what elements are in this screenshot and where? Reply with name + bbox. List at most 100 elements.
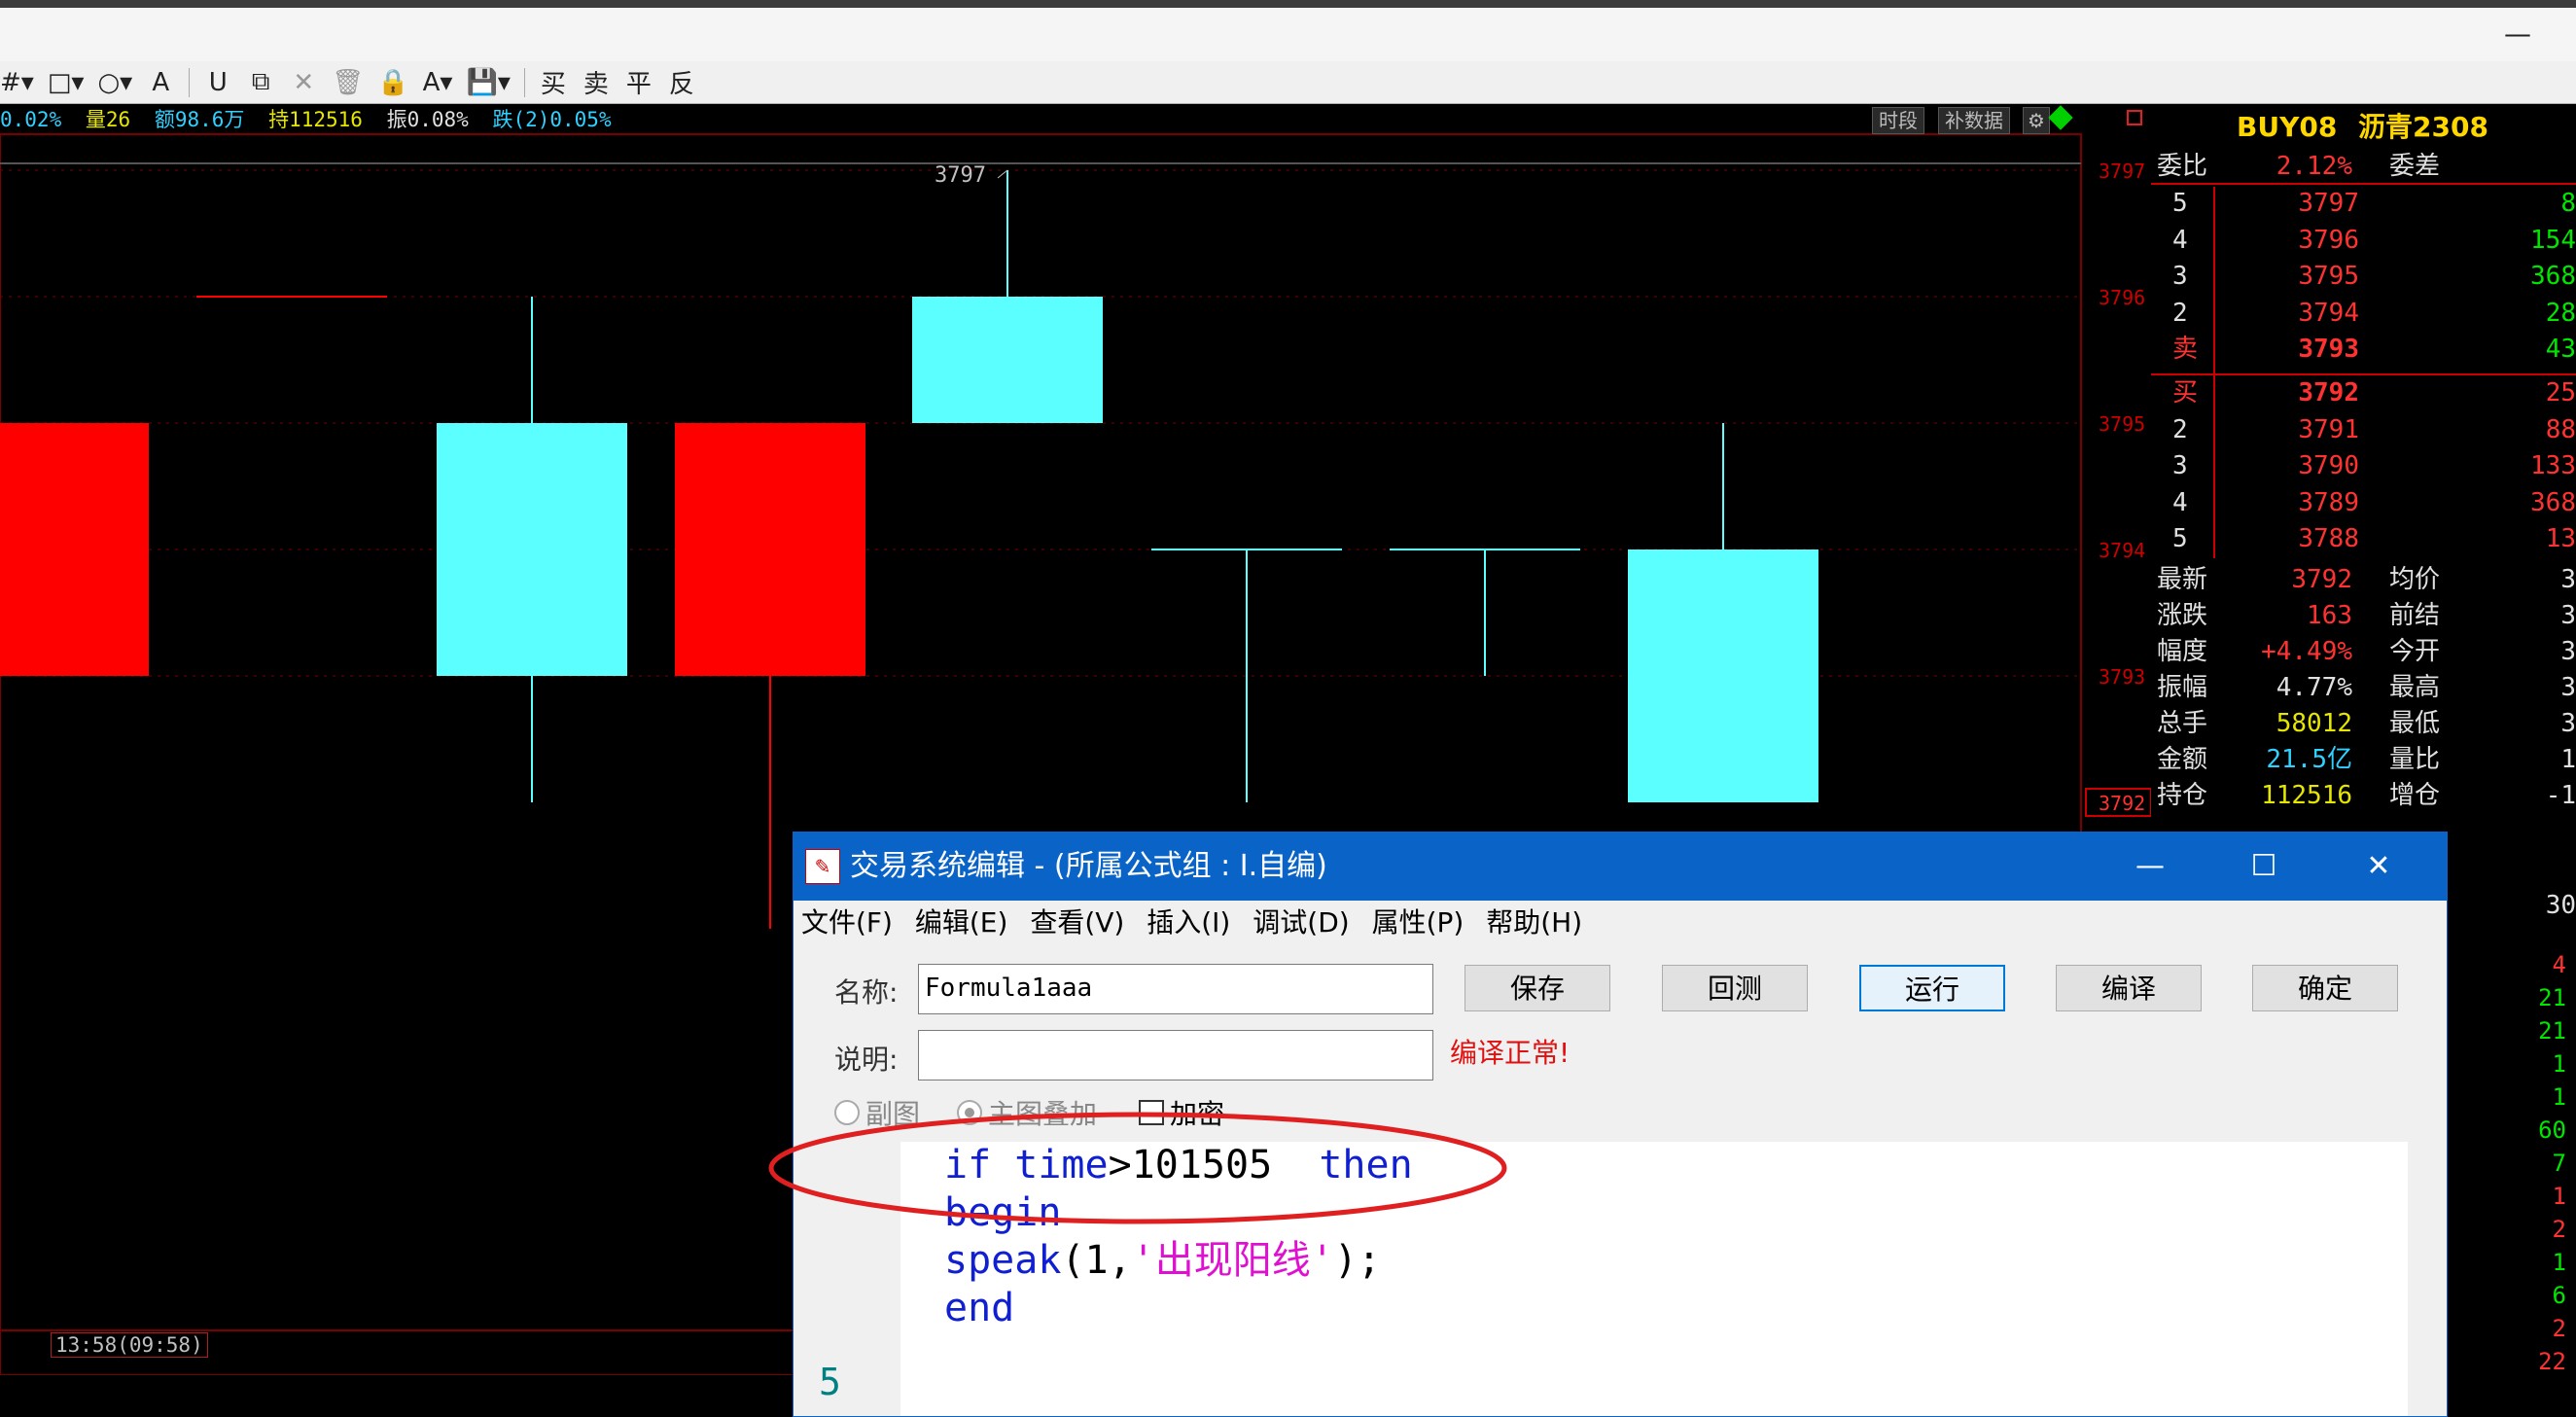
menu-insert[interactable]: 插入(I) [1147, 906, 1230, 939]
delete-x-icon[interactable]: ✕ [289, 65, 318, 100]
bid-price: 3791 [2298, 414, 2359, 444]
period-button[interactable]: 时段 [1872, 107, 1924, 134]
checkbox-box[interactable] [1139, 1100, 1164, 1125]
panel-toggle-icon[interactable] [2127, 110, 2142, 125]
ask-volume: 8 [2560, 189, 2576, 218]
name-label: 名称: [834, 976, 899, 1009]
dialog-maximize-button[interactable]: ☐ [2235, 832, 2293, 901]
backtest-button[interactable]: 回测 [1662, 965, 1808, 1011]
radio-circle[interactable] [834, 1100, 860, 1125]
copy-icon[interactable]: ⧉ [246, 65, 275, 100]
chart-info-bar: 0.02% 量26 额98.6万 持112516 振0.08% 跌(2)0.05… [0, 105, 2081, 134]
stat-row: 持仓 112516 增仓 -1 [2151, 778, 2576, 814]
toolbar-divider [523, 67, 525, 97]
weibi-value: 2.12% [2276, 152, 2352, 181]
info-volume: 量26 [85, 108, 131, 131]
tick-item: 1 [2552, 1050, 2566, 1078]
code-line[interactable]: begin [944, 1189, 1413, 1237]
tick-item: 22 [2538, 1348, 2566, 1375]
stat-row: 金额 21.5亿 量比 1 [2151, 742, 2576, 778]
compile-status: 编译正常! [1450, 1037, 1570, 1069]
ask-level: 卖 [2172, 335, 2199, 364]
minimize-button[interactable]: — [2504, 18, 2531, 50]
stat-value-2: 3 [2560, 709, 2576, 738]
run-button[interactable]: 运行 [1859, 965, 2005, 1011]
ask-level: 2 [2172, 298, 2188, 328]
circle-icon[interactable]: ○▾ [97, 65, 132, 100]
code-line[interactable]: if time>101505 then [944, 1142, 1413, 1189]
menu-properties[interactable]: 属性(P) [1372, 906, 1464, 939]
menu-edit[interactable]: 编辑(E) [915, 906, 1008, 939]
stat-label-2: 量比 [2389, 745, 2441, 774]
dialog-title: 交易系统编辑 - (所属公式组 : I.自编) [850, 849, 1327, 883]
ask-price: 3793 [2298, 335, 2359, 364]
ask-volume: 28 [2545, 298, 2576, 328]
high-price-label: 3797 [935, 163, 986, 188]
tick-item: 2 [2552, 1315, 2566, 1342]
compile-button[interactable]: 编译 [2056, 965, 2202, 1011]
rectangle-icon[interactable]: □▾ [48, 65, 85, 100]
reverse-button[interactable]: 反 [667, 65, 696, 100]
code-token: (1, [1061, 1238, 1132, 1283]
formula-app-icon: ✎ [805, 849, 840, 884]
desc-field[interactable] [918, 1030, 1433, 1080]
lock-icon[interactable]: 🔒 [377, 65, 408, 100]
stat-row: 涨跌 163 前结 3 [2151, 598, 2576, 634]
stat-label-2: 前结 [2389, 601, 2441, 630]
magnet-icon[interactable]: U [203, 65, 232, 100]
info-change: 跌(2)0.05% [492, 108, 612, 131]
menu-help[interactable]: 帮助(H) [1486, 906, 1582, 939]
bid-volume: 13 [2545, 524, 2576, 553]
bid-volume: 368 [2530, 487, 2576, 517]
bid-price: 3789 [2298, 487, 2359, 517]
candle-body [1628, 549, 1818, 802]
tick-item: 2 [2552, 1216, 2566, 1243]
radio-sub-chart[interactable]: 副图 [834, 1093, 920, 1132]
grid-icon[interactable]: #▾ [0, 65, 34, 100]
menu-debug[interactable]: 调试(D) [1253, 906, 1349, 939]
info-hold: 持112516 [268, 108, 363, 131]
dialog-close-button[interactable]: ✕ [2349, 832, 2408, 901]
code-line[interactable]: end [944, 1285, 1413, 1332]
stat-value-2: 1 [2560, 745, 2576, 774]
menu-file[interactable]: 文件(F) [801, 906, 893, 939]
ask-level: 3 [2172, 262, 2188, 291]
radio-circle[interactable] [957, 1100, 982, 1125]
y-tick-label: 3794 [2099, 539, 2145, 562]
font-color-icon[interactable]: A▾ [423, 65, 453, 100]
menu-view[interactable]: 查看(V) [1030, 906, 1124, 939]
stat-label-2: 增仓 [2389, 781, 2441, 810]
stat-label: 振幅 [2157, 673, 2208, 702]
stat-label: 幅度 [2157, 637, 2208, 666]
close-position-button[interactable]: 平 [624, 65, 653, 100]
ok-button[interactable]: 确定 [2252, 965, 2398, 1011]
stat-label: 持仓 [2157, 781, 2208, 810]
code-line[interactable]: speak(1,'出现阳线'); [944, 1237, 1413, 1285]
buy-button[interactable]: 买 [539, 65, 568, 100]
info-pct: 0.02% [0, 108, 62, 131]
candle-body [675, 423, 865, 676]
encrypt-checkbox[interactable]: 加密 [1139, 1093, 1224, 1132]
stat-value: +4.49% [2261, 637, 2352, 666]
fill-data-button[interactable]: 补数据 [1938, 107, 2010, 134]
y-tick-label: 3797 [2099, 159, 2145, 183]
ask-volume: 43 [2545, 335, 2576, 364]
candle-body [0, 423, 149, 676]
high-pointer-line [997, 169, 1008, 179]
save-icon[interactable]: 💾▾ [466, 65, 510, 100]
text-a-icon[interactable]: A [146, 65, 175, 100]
code-content[interactable]: if time>101505 then begin speak(1,'出现阳线');… [944, 1142, 1413, 1332]
code-token: ); [1333, 1238, 1382, 1283]
main-title-bar: — [0, 8, 2576, 61]
info-amplitude: 振0.08% [386, 108, 469, 131]
name-field[interactable]: Formula1aaa [918, 964, 1433, 1014]
tick-item: 21 [2538, 1017, 2566, 1045]
trash-icon[interactable]: 🗑 [332, 65, 364, 100]
dialog-minimize-button[interactable]: — [2121, 832, 2179, 901]
bid-volume: 133 [2530, 451, 2576, 480]
radio-main-overlay[interactable]: 主图叠加 [957, 1093, 1097, 1132]
toolbar-divider [189, 67, 191, 97]
save-button[interactable]: 保存 [1464, 965, 1610, 1011]
settings-icon[interactable]: ⚙ [2023, 107, 2050, 134]
sell-button[interactable]: 卖 [582, 65, 611, 100]
